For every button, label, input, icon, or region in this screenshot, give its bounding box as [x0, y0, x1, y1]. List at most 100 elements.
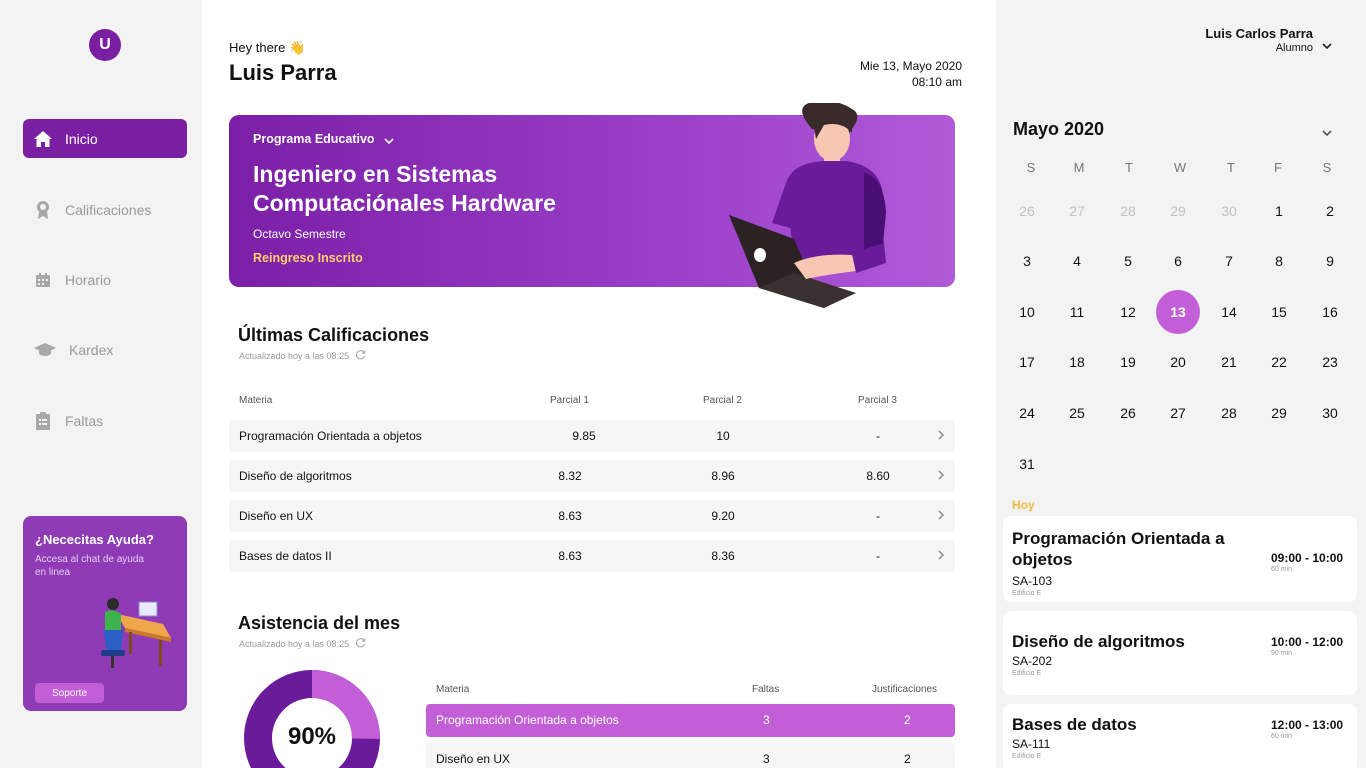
support-button[interactable]: Soporte	[35, 683, 104, 703]
calendar-day[interactable]: 21	[1207, 340, 1251, 384]
chevron-right-icon[interactable]	[937, 509, 945, 524]
calendar-day[interactable]: 6	[1156, 239, 1200, 283]
attendance-justificaciones: 2	[904, 752, 911, 766]
calendar-day[interactable]: 4	[1055, 239, 1099, 283]
grade-p2: 8.96	[711, 469, 735, 483]
calendar-day[interactable]: 16	[1308, 290, 1352, 334]
chevron-right-icon[interactable]	[937, 429, 945, 444]
calendar-day[interactable]: 20	[1156, 340, 1200, 384]
day-of-week-mon: M	[1073, 160, 1085, 175]
calendar-day-today[interactable]: 13	[1156, 290, 1200, 334]
calendar-day[interactable]: 27	[1055, 189, 1099, 233]
grade-row[interactable]: Diseño de algoritmos 8.32 8.96 8.60	[229, 460, 955, 492]
calendar-day[interactable]: 2	[1308, 189, 1352, 233]
nav-item-kardex[interactable]: Kardex	[23, 330, 187, 369]
attendance-row[interactable]: Diseño en UX 3 2	[426, 743, 955, 768]
calendar-day[interactable]: 28	[1207, 391, 1251, 435]
nav-item-horario[interactable]: Horario	[23, 260, 187, 299]
refresh-icon[interactable]	[355, 349, 366, 362]
grade-row[interactable]: Diseño en UX 8.63 9.20 -	[229, 500, 955, 532]
attendance-updated-text: Actualizado hoy a las 08:25	[239, 638, 350, 649]
grade-row[interactable]: Programación Orientada a objetos 9.85 10…	[229, 420, 955, 452]
attendance-row[interactable]: Programación Orientada a objetos 3 2	[426, 704, 955, 737]
program-semester: Octavo Semestre	[253, 227, 346, 241]
nav-label-faltas: Faltas	[65, 412, 104, 429]
calendar-day[interactable]: 26	[1005, 189, 1049, 233]
day-of-week-thu: T	[1227, 160, 1235, 175]
calendar-day[interactable]: 19	[1106, 340, 1150, 384]
calendar-day[interactable]: 27	[1156, 391, 1200, 435]
class-room: SA-202	[1012, 654, 1053, 668]
nav-label-horario: Horario	[65, 271, 111, 288]
nav-item-inicio[interactable]: Inicio	[23, 119, 187, 158]
attendance-faltas: 3	[763, 713, 770, 727]
grade-subject: Bases de datos II	[239, 549, 332, 563]
grades-table-header: Materia Parcial 1 Parcial 2 Parcial 3	[239, 395, 955, 409]
class-card[interactable]: Programación Orientada a objetos SA-103 …	[1003, 516, 1357, 602]
class-card[interactable]: Bases de datos SA-111 Edificio E 12:00 -…	[1003, 704, 1357, 768]
calendar-day[interactable]: 11	[1055, 290, 1099, 334]
class-duration: 90 min	[1271, 650, 1293, 657]
calendar-day[interactable]: 26	[1106, 391, 1150, 435]
clipboard-icon	[33, 411, 53, 431]
user-menu-role: Alumno	[1275, 42, 1313, 54]
calendar-day[interactable]: 17	[1005, 340, 1049, 384]
calendar-day[interactable]: 1	[1257, 189, 1301, 233]
award-icon	[33, 200, 53, 220]
grade-p1: 9.85	[572, 429, 596, 443]
grade-p3: -	[876, 429, 880, 443]
class-card[interactable]: Diseño de algoritmos SA-202 Edificio E 1…	[1003, 611, 1357, 695]
refresh-icon[interactable]	[355, 637, 366, 650]
university-logo[interactable]: U	[89, 29, 121, 61]
chevron-right-icon[interactable]	[937, 549, 945, 564]
class-duration: 60 min	[1271, 566, 1293, 573]
calendar-day[interactable]: 25	[1055, 391, 1099, 435]
calendar-day[interactable]: 30	[1308, 391, 1352, 435]
calendar-day[interactable]: 18	[1055, 340, 1099, 384]
calendar-day[interactable]: 5	[1106, 239, 1150, 283]
attendance-title: Asistencia del mes	[238, 613, 401, 633]
chevron-down-icon[interactable]	[1322, 36, 1332, 54]
attendance-subject: Diseño en UX	[436, 752, 511, 766]
calendar-day[interactable]: 22	[1257, 340, 1301, 384]
class-subject: Programación Orientada a objetos	[1012, 529, 1225, 569]
grade-p2: 9.20	[711, 509, 735, 523]
chevron-right-icon[interactable]	[937, 469, 945, 484]
calendar-day[interactable]: 30	[1207, 189, 1251, 233]
calendar-day[interactable]: 12	[1106, 290, 1150, 334]
calendar-day[interactable]: 23	[1308, 340, 1352, 384]
col-faltas: Faltas	[752, 684, 780, 695]
student-desk-illustration	[99, 594, 175, 677]
program-dropdown[interactable]: Programa Educativo	[253, 132, 394, 147]
attendance-subject: Programación Orientada a objetos	[436, 713, 619, 727]
current-datetime: Mie 13, Mayo 2020 08:10 am	[860, 58, 962, 90]
current-date: Mie 13, Mayo 2020	[859, 59, 962, 73]
graduation-cap-icon	[33, 340, 57, 360]
calendar-day[interactable]: 31	[1005, 442, 1049, 486]
chevron-down-icon[interactable]	[1322, 123, 1332, 141]
calendar-day[interactable]: 28	[1106, 189, 1150, 233]
class-subject: Diseño de algoritmos	[1012, 632, 1185, 651]
calendar-day[interactable]: 9	[1308, 239, 1352, 283]
class-subject: Bases de datos	[1012, 715, 1137, 734]
calendar-day[interactable]: 15	[1257, 290, 1301, 334]
grade-subject: Diseño de algoritmos	[239, 469, 352, 483]
calendar-day[interactable]: 24	[1005, 391, 1049, 435]
grade-row[interactable]: Bases de datos II 8.63 8.36 -	[229, 540, 955, 572]
nav-item-faltas[interactable]: Faltas	[23, 401, 187, 440]
calendar-day[interactable]: 7	[1207, 239, 1251, 283]
grades-title: Últimas Calificaciones	[238, 325, 430, 345]
calendar-day[interactable]: 29	[1156, 189, 1200, 233]
class-building: Edificio E	[1012, 670, 1042, 677]
grade-p1: 8.32	[558, 469, 582, 483]
attendance-percent: 90%	[287, 723, 337, 750]
col-parcial-2: Parcial 2	[703, 395, 742, 406]
program-title: Ingeniero en Sistemas Computaciónales Ha…	[253, 161, 556, 216]
calendar-day[interactable]: 14	[1207, 290, 1251, 334]
calendar-day[interactable]: 3	[1005, 239, 1049, 283]
program-banner: Programa Educativo Ingeniero en Sistemas…	[229, 101, 955, 308]
calendar-day[interactable]: 29	[1257, 391, 1301, 435]
calendar-day[interactable]: 10	[1005, 290, 1049, 334]
nav-item-calificaciones[interactable]: Calificaciones	[23, 190, 187, 229]
calendar-day[interactable]: 8	[1257, 239, 1301, 283]
